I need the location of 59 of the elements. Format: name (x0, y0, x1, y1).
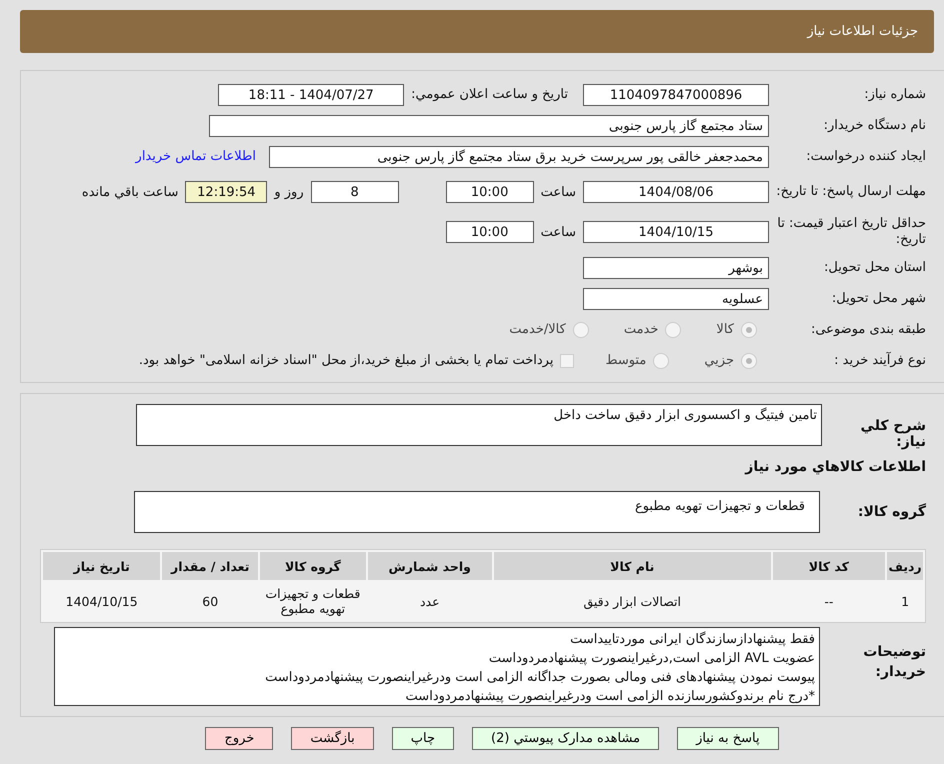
column-header: واحد شمارش (368, 552, 492, 580)
checkbox-label: پرداخت تمام یا بخشی از مبلغ خرید،از محل "اسناد خزانه اسلامی" خواهد بود. (138, 353, 554, 368)
field-label: شرح کلي نیاز: (860, 417, 926, 450)
field-label: نوع فرآیند خرید : (833, 353, 926, 368)
contact-link[interactable]: اطلاعات تماس خریدار (136, 149, 256, 164)
radio-button[interactable] (741, 352, 757, 368)
column-header: گروه کالا (260, 552, 366, 580)
field-label: حداقل تاریخ اعتبار قیمت: تا تاریخ: (776, 216, 926, 248)
radio-button[interactable] (665, 322, 682, 338)
column-header: ردیف (887, 552, 923, 580)
radio-button[interactable] (741, 322, 757, 338)
time-field: 10:00 (446, 221, 534, 243)
field-label: شهر محل تحویل: (830, 291, 926, 306)
radio-button[interactable] (653, 352, 670, 368)
buyer-org-field: ستاد مجتمع گاز پارس جنوبی (209, 114, 769, 136)
column-header: کد کالا (772, 552, 886, 580)
field-label: شماره نیاز: (863, 87, 926, 102)
checkbox[interactable] (560, 354, 574, 368)
field-label: ساعت (540, 184, 576, 200)
action-button[interactable]: مشاهده مدارک پیوستي (2) (472, 727, 660, 750)
action-button[interactable]: پاسخ به نیاز (677, 727, 779, 750)
countdown-field: 12:19:54 (185, 181, 268, 203)
field-label: گروه کالا: (856, 504, 926, 520)
field-label: نام دستگاه خریدار: (822, 118, 926, 133)
field-label: استان محل تحویل: (823, 260, 926, 275)
column-header: نام کالا (494, 552, 771, 580)
radio-label: خدمت (624, 322, 658, 337)
field-label: توضیحات خریدار: (862, 643, 926, 682)
field-label: ساعت باقي مانده (82, 184, 178, 200)
date-field: 1404/10/15 (583, 221, 769, 243)
announce-date-field: 1404/07/27 - 18:11 (218, 84, 404, 106)
action-button[interactable]: خروج (205, 727, 274, 750)
field-label: تاریخ و ساعت اعلان عمومي: (411, 87, 568, 102)
buyer-notes-field: فقط پیشنهادازسازندگان ایرانی موردتاییداست عضویت AVL الزامی است,درغیراینصورت پیشنهادمردوداست پیوست نمودن پیشنهادهای فنی ومالی بصورت جداگانه الزامی است ودرغیراینصورت پیشنهادمردوداست *درج نام برندوکشورسازنده الزامی است ودرغیراینصورت پیشنهادمردوداست (54, 627, 820, 706)
goods-group-field: قطعات و تجهیزات تهویه مطبوع (134, 491, 820, 533)
radio-label: متوسط (605, 353, 646, 368)
field-label: ایجاد کننده درخواست: (805, 149, 926, 164)
field-label: روز و (274, 184, 304, 200)
field-label: طبقه بندی موضوعی: (810, 322, 926, 337)
section-title: اطلاعات کالاهاي مورد نیاز (744, 459, 926, 475)
field-label: ساعت (540, 224, 576, 240)
radio-label: کالا/خدمت (509, 322, 566, 337)
field-label: مهلت ارسال پاسخ: تا تاریخ: (776, 184, 926, 200)
need-number-field: 1104097847000896 (583, 84, 769, 106)
action-button[interactable]: چاپ (392, 727, 454, 750)
page-title: جزئیات اطلاعات نیاز (807, 24, 918, 39)
requester-field: محمدجعفر خالقی پور سرپرست خرید برق ستاد مجتمع گاز پارس جنوبی (269, 146, 769, 168)
column-header: تعداد / مقدار (162, 552, 258, 580)
radio-button[interactable] (572, 322, 589, 338)
time-field: 10:00 (446, 181, 534, 203)
action-button[interactable]: بازگشت (291, 727, 374, 750)
date-field: 1404/08/06 (583, 181, 769, 203)
radio-label: جزيي (704, 353, 734, 368)
province-field: بوشهر (583, 256, 769, 278)
radio-label: کالا (716, 322, 734, 337)
description-field: تامین فیتیگ و اکسسوری ابزار دقیق ساخت داخل (136, 404, 822, 446)
column-header: تاریخ نیاز (43, 552, 160, 580)
city-field: عسلویه (583, 288, 769, 310)
days-field: 8 (310, 181, 399, 203)
